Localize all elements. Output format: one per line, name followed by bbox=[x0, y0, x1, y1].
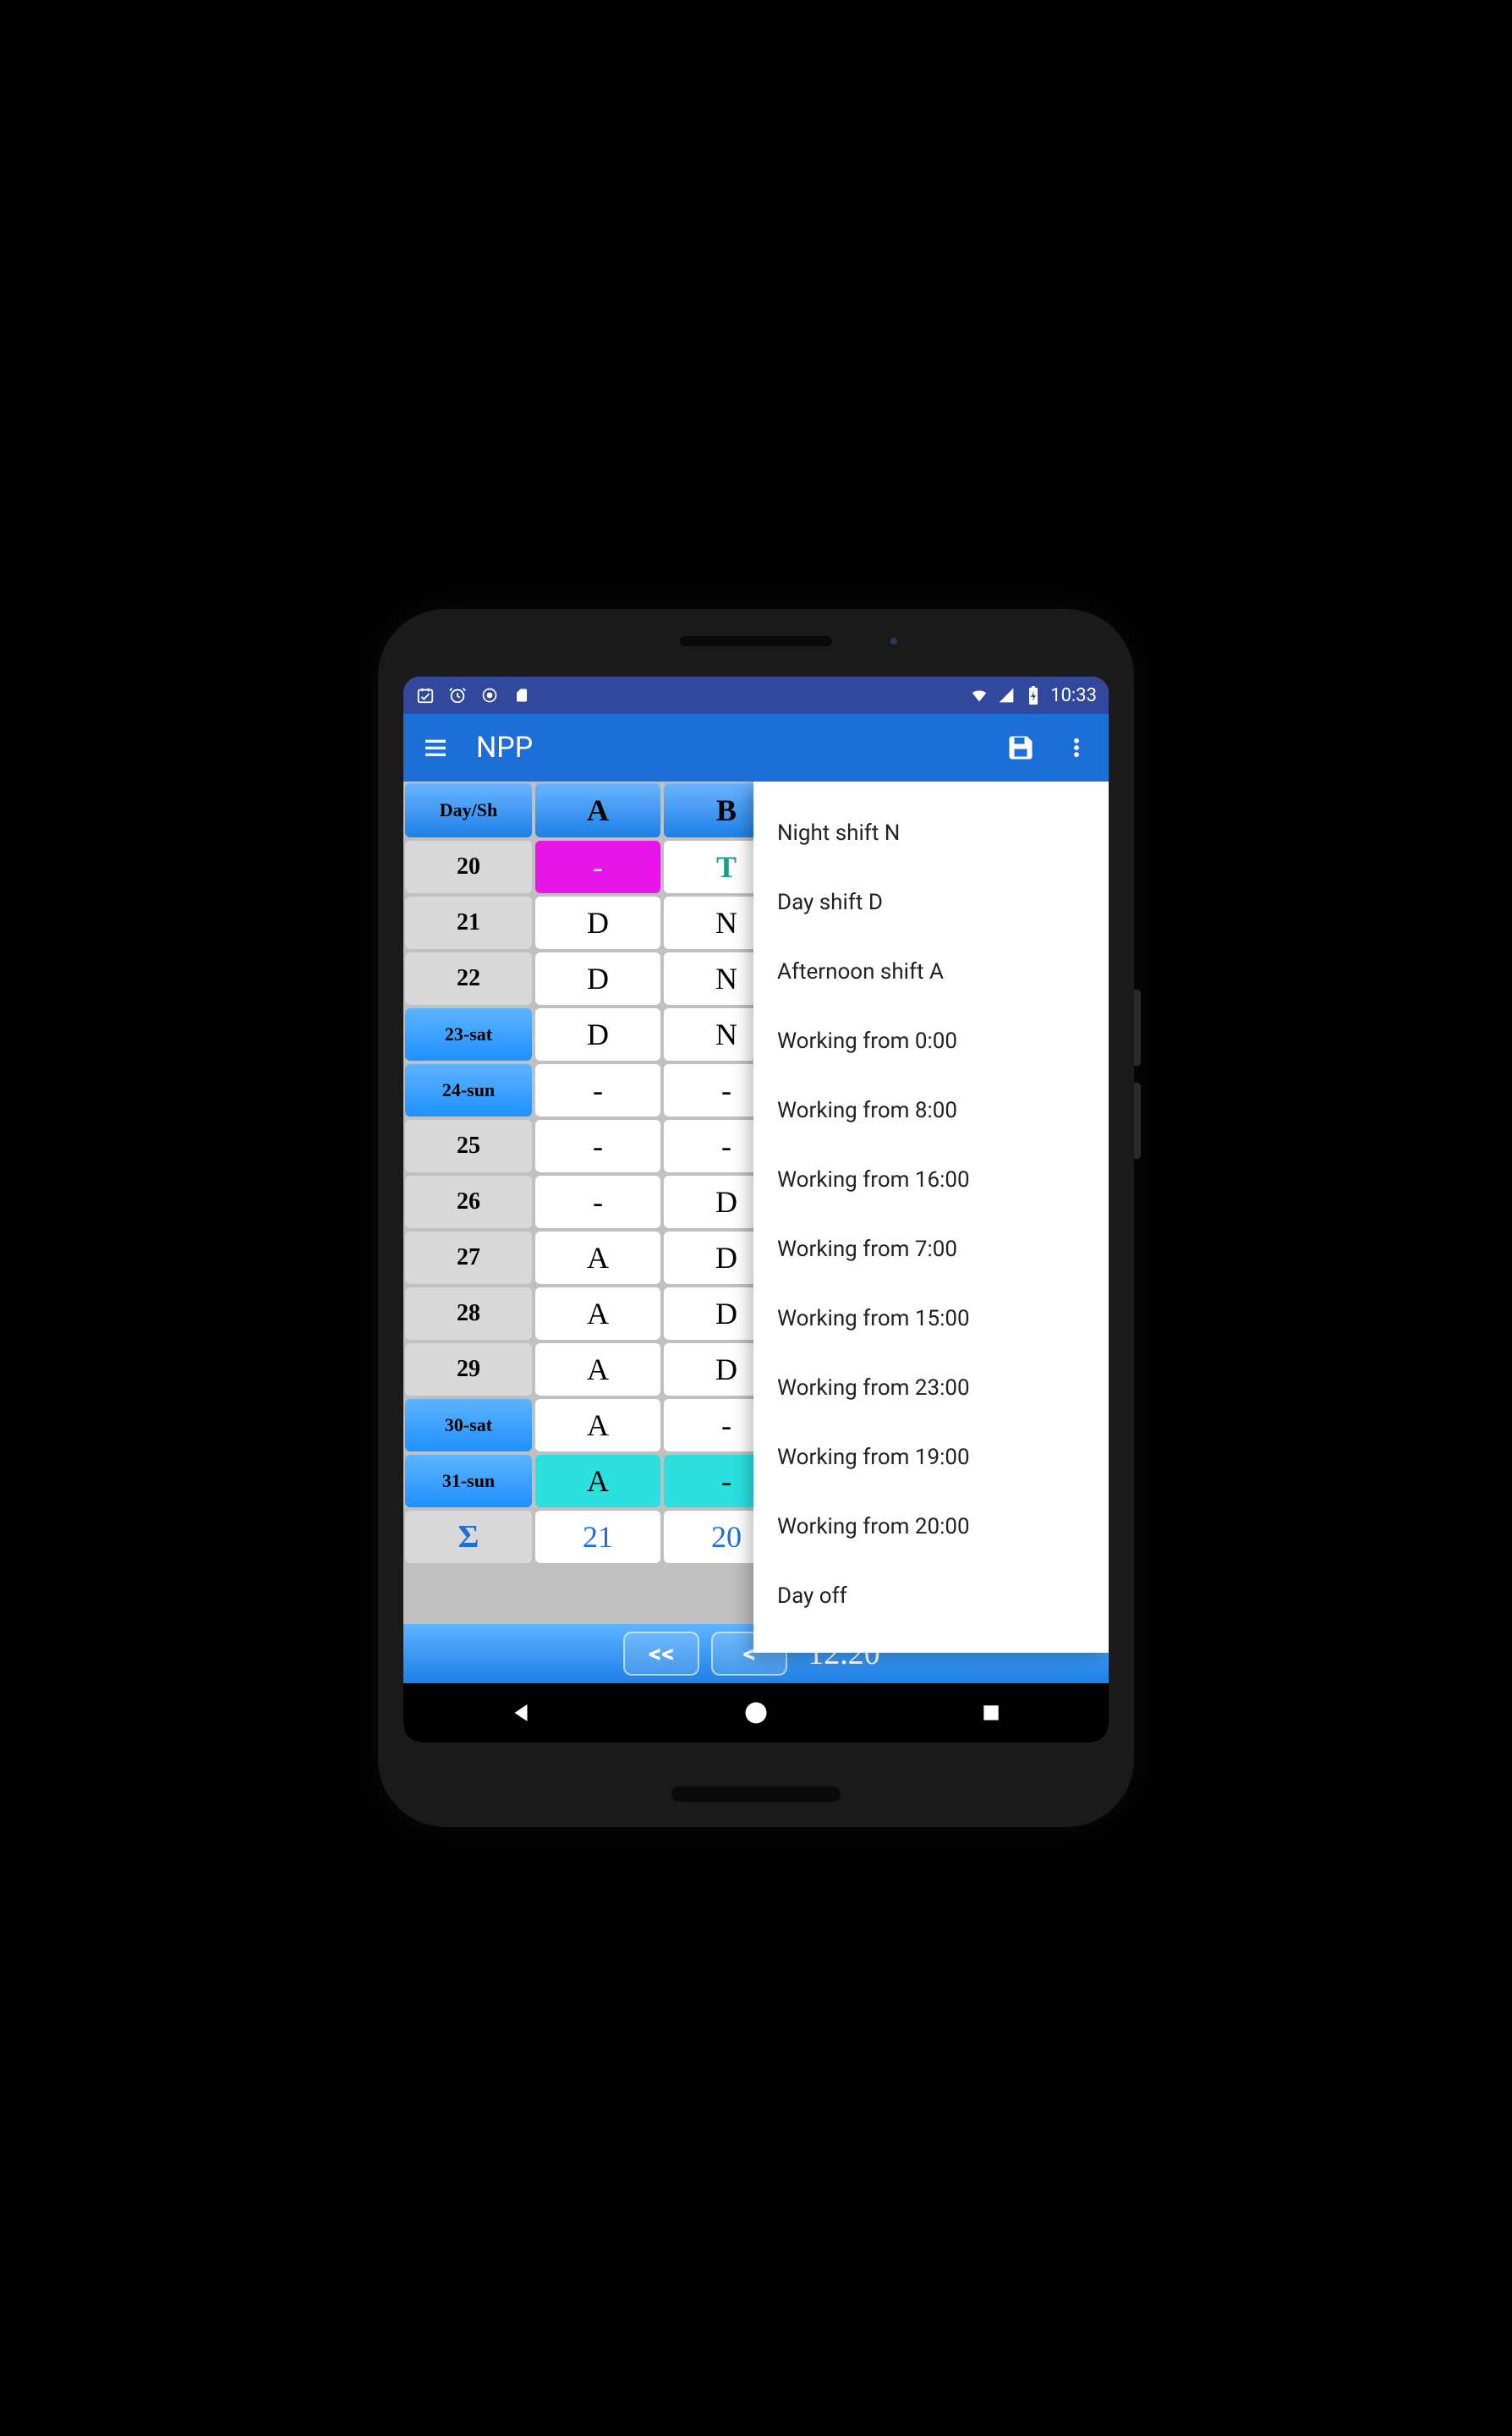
dropdown-item[interactable]: Working from 8:00 bbox=[753, 1076, 1109, 1145]
signal-icon bbox=[996, 685, 1016, 705]
day-cell[interactable]: 26 bbox=[405, 1176, 532, 1228]
shift-cell[interactable]: A bbox=[535, 1232, 660, 1284]
day-cell[interactable]: 31-sun bbox=[405, 1455, 532, 1507]
shift-cell[interactable]: D bbox=[535, 952, 660, 1005]
more-icon[interactable] bbox=[1061, 732, 1092, 763]
dropdown-item[interactable]: Working from 7:00 bbox=[753, 1215, 1109, 1284]
back-icon[interactable] bbox=[504, 1696, 538, 1730]
day-cell[interactable]: 22 bbox=[405, 952, 532, 1005]
recent-icon[interactable] bbox=[974, 1696, 1008, 1730]
dropdown-item[interactable]: Training T bbox=[753, 1631, 1109, 1653]
shift-cell[interactable]: A bbox=[535, 1287, 660, 1340]
dropdown-item[interactable]: Day shift D bbox=[753, 868, 1109, 937]
save-icon[interactable] bbox=[1005, 732, 1036, 763]
home-icon[interactable] bbox=[739, 1696, 773, 1730]
system-nav bbox=[403, 1683, 1109, 1742]
phone-frame: 10:33 NPP Day/Sh A B bbox=[378, 609, 1134, 1827]
speaker-grille bbox=[671, 1786, 841, 1802]
shift-cell[interactable]: - bbox=[535, 1176, 660, 1228]
screen: 10:33 NPP Day/Sh A B bbox=[403, 677, 1109, 1742]
sigma-cell: Σ bbox=[405, 1511, 532, 1563]
dropdown-item[interactable]: Working from 0:00 bbox=[753, 1007, 1109, 1076]
shift-cell[interactable]: A bbox=[535, 1343, 660, 1396]
shift-cell[interactable]: A bbox=[535, 1399, 660, 1451]
shift-dropdown[interactable]: Night shift NDay shift DAfternoon shift … bbox=[753, 782, 1109, 1653]
shift-cell[interactable]: D bbox=[535, 1008, 660, 1061]
day-cell[interactable]: 23-sat bbox=[405, 1008, 532, 1061]
wifi-icon bbox=[969, 685, 989, 705]
shift-cell[interactable]: - bbox=[535, 1120, 660, 1172]
app-bar: NPP bbox=[403, 714, 1109, 782]
status-bar: 10:33 bbox=[403, 677, 1109, 714]
camera-dot bbox=[890, 638, 897, 645]
prev-fast-button[interactable]: << bbox=[623, 1632, 699, 1676]
total-cell: 21 bbox=[535, 1511, 660, 1563]
calendar-check-icon bbox=[415, 685, 436, 705]
content-area: Day/Sh A B 20-T21DN22DN23-satDN24-sun--2… bbox=[403, 782, 1109, 1683]
header-col-a[interactable]: A bbox=[535, 783, 660, 837]
alarm-icon bbox=[447, 685, 468, 705]
dropdown-item[interactable]: Working from 20:00 bbox=[753, 1492, 1109, 1561]
app-title: NPP bbox=[476, 731, 1005, 765]
day-cell[interactable]: 28 bbox=[405, 1287, 532, 1340]
day-cell[interactable]: 24-sun bbox=[405, 1064, 532, 1116]
day-cell[interactable]: 30-sat bbox=[405, 1399, 532, 1451]
sd-card-icon bbox=[512, 685, 532, 705]
shift-cell[interactable]: - bbox=[535, 1064, 660, 1116]
dropdown-item[interactable]: Working from 15:00 bbox=[753, 1284, 1109, 1353]
day-cell[interactable]: 21 bbox=[405, 897, 532, 949]
dropdown-item[interactable]: Day off bbox=[753, 1561, 1109, 1631]
header-day: Day/Sh bbox=[405, 783, 532, 837]
record-icon bbox=[479, 685, 500, 705]
battery-charging-icon bbox=[1023, 685, 1044, 705]
status-time: 10:33 bbox=[1050, 685, 1097, 706]
dropdown-item[interactable]: Working from 16:00 bbox=[753, 1145, 1109, 1215]
menu-icon[interactable] bbox=[420, 732, 451, 763]
day-cell[interactable]: 27 bbox=[405, 1232, 532, 1284]
day-cell[interactable]: 29 bbox=[405, 1343, 532, 1396]
shift-cell[interactable]: A bbox=[535, 1455, 660, 1507]
shift-cell[interactable]: D bbox=[535, 897, 660, 949]
day-cell[interactable]: 20 bbox=[405, 841, 532, 893]
dropdown-item[interactable]: Night shift N bbox=[753, 798, 1109, 868]
dropdown-item[interactable]: Working from 23:00 bbox=[753, 1353, 1109, 1423]
side-button bbox=[1134, 990, 1141, 1066]
dropdown-item[interactable]: Working from 19:00 bbox=[753, 1423, 1109, 1492]
day-cell[interactable]: 25 bbox=[405, 1120, 532, 1172]
dropdown-item[interactable]: Afternoon shift A bbox=[753, 937, 1109, 1007]
side-button bbox=[1134, 1083, 1141, 1159]
shift-cell[interactable]: - bbox=[535, 841, 660, 893]
